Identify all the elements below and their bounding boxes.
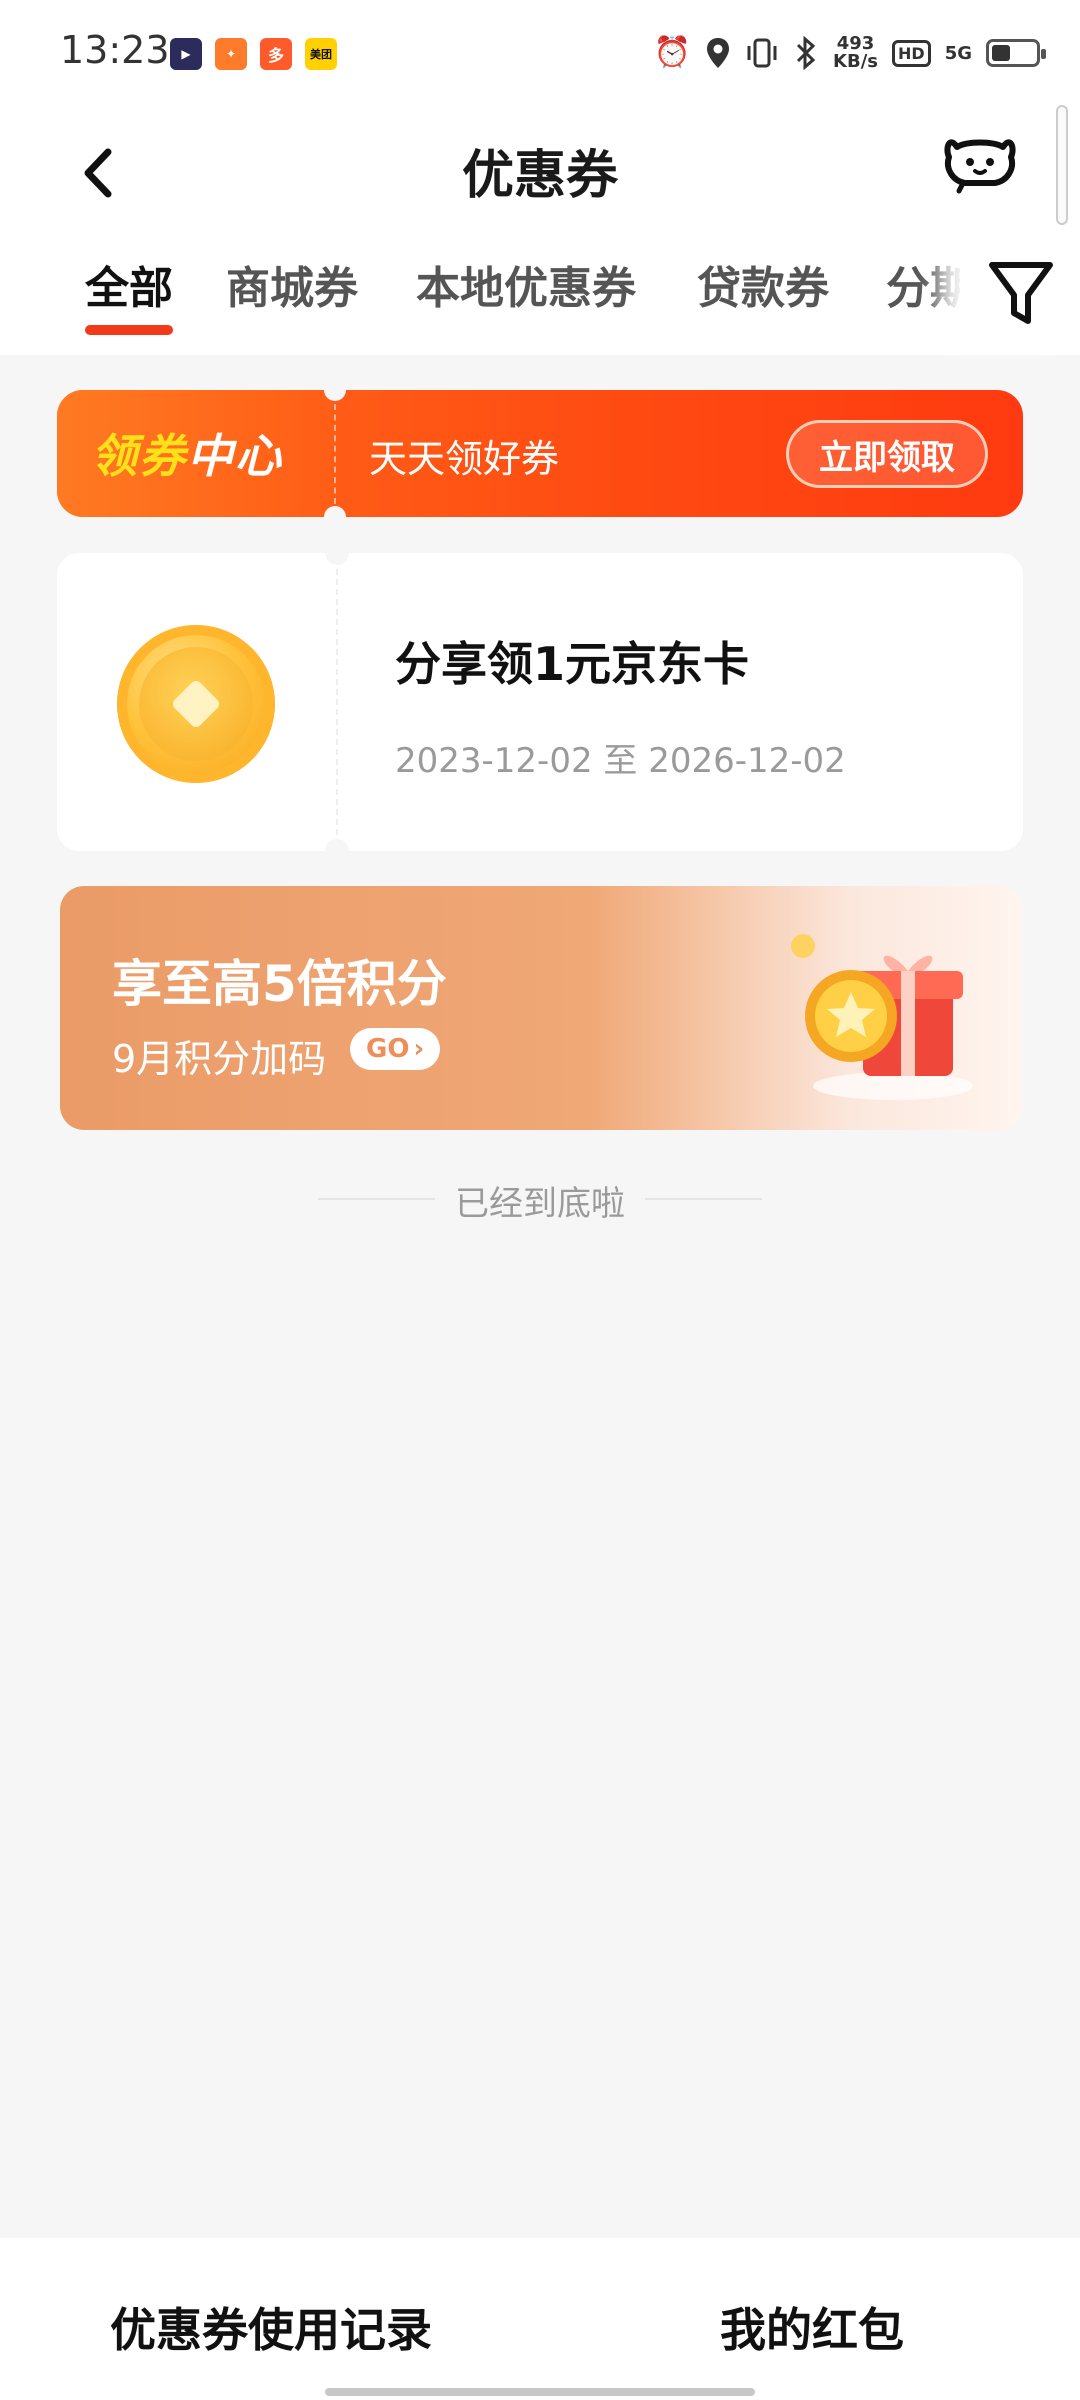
go-button[interactable]: GO › — [350, 1028, 441, 1070]
net-speed: 493 KB/s — [833, 35, 878, 71]
end-of-list: 已经到底啦 — [0, 1176, 1080, 1225]
active-tab-indicator — [85, 325, 173, 335]
coin-diamond — [170, 678, 222, 730]
tab-installment[interactable]: 分期 — [886, 252, 960, 316]
banner-title-highlight: 领券 — [91, 429, 187, 483]
alarm-icon: ⏰ — [653, 35, 692, 70]
coupon-usage-record-button[interactable]: 优惠券使用记录 — [110, 2294, 432, 2360]
tab-loan-coupons[interactable]: 贷款券 — [697, 252, 829, 316]
meituan-app-icon: 美团 — [305, 38, 337, 70]
banner-title-rest: 中心 — [187, 429, 283, 483]
filter-button[interactable] — [960, 215, 1080, 345]
coupon-card[interactable]: 分享领1元京东卡 2023-12-02 至 2026-12-02 — [57, 541, 1023, 863]
tab-mall-coupons[interactable]: 商城券 — [226, 252, 358, 316]
coupon-left — [57, 553, 337, 851]
location-icon — [707, 38, 730, 68]
header: 优惠券 全部 商城券 本地优惠券 贷款券 分期 — [0, 105, 1080, 355]
status-icons: ⏰ 493 KB/s HD 5G — [653, 30, 1046, 76]
promo-title: 享至高5倍积分 — [112, 955, 447, 1013]
net-speed-unit: KB/s — [833, 51, 879, 72]
banner-notch-bottom — [324, 506, 346, 517]
filter-icon — [989, 262, 1053, 324]
coupon-title: 分享领1元京东卡 — [395, 637, 750, 691]
status-bar: 13:23 ▶ ✦ 多 美团 ⏰ 493 KB/s HD 5G — [0, 0, 1080, 105]
coupon-date-range: 2023-12-02 至 2026-12-02 — [395, 741, 846, 781]
status-time: 13:23 — [60, 28, 170, 72]
page-title: 优惠券 — [461, 146, 618, 206]
coin-icon — [117, 625, 275, 783]
battery-icon — [986, 39, 1046, 67]
banner-divider — [334, 404, 336, 504]
bluetooth-icon — [796, 36, 816, 70]
hd-badge: HD — [892, 39, 931, 67]
signal-5g-icon: 5G — [944, 42, 972, 64]
video-app-icon: ▶ — [170, 38, 202, 70]
shopping-app-icon: 多 — [260, 38, 292, 70]
coupon-notch-bottom — [325, 839, 349, 863]
points-promo-banner[interactable]: 享至高5倍积分 9月积分加码 GO › — [60, 886, 1023, 1130]
coupon-right: 分享领1元京东卡 2023-12-02 至 2026-12-02 — [337, 553, 1023, 851]
coin-inner — [139, 647, 253, 761]
coupon-divider — [336, 569, 338, 835]
home-indicator[interactable] — [325, 2388, 755, 2396]
end-rule-right — [642, 1198, 762, 1200]
gift-coin-icon — [791, 934, 973, 1100]
banner-subtitle: 天天领好券 — [369, 437, 560, 481]
bottom-bar: 优惠券使用记录 我的红包 — [0, 2238, 1080, 2400]
robot-dog-icon — [944, 139, 1016, 194]
claim-now-button[interactable]: 立即领取 — [786, 420, 988, 488]
scrollbar[interactable] — [1056, 105, 1068, 225]
end-rule-left — [318, 1198, 438, 1200]
game-app-icon: ✦ — [215, 38, 247, 70]
promo-subtitle: 9月积分加码 — [112, 1037, 327, 1081]
vibrate-icon — [747, 38, 777, 68]
coupon-notch-top — [325, 541, 349, 565]
banner-title: 领券中心 — [91, 420, 283, 486]
tab-local-coupons[interactable]: 本地优惠券 — [416, 252, 636, 316]
customer-service-button[interactable] — [935, 117, 1025, 207]
my-red-envelope-button[interactable]: 我的红包 — [720, 2294, 904, 2360]
chevron-right-icon: › — [413, 1034, 425, 1064]
coupon-center-banner[interactable]: 领券中心 天天领好券 立即领取 — [57, 390, 1023, 517]
tab-bar: 全部 商城券 本地优惠券 贷款券 分期 — [0, 240, 960, 340]
tab-all[interactable]: 全部 — [85, 252, 173, 316]
end-of-list-text: 已经到底啦 — [435, 1176, 645, 1225]
go-label: GO — [366, 1034, 410, 1064]
